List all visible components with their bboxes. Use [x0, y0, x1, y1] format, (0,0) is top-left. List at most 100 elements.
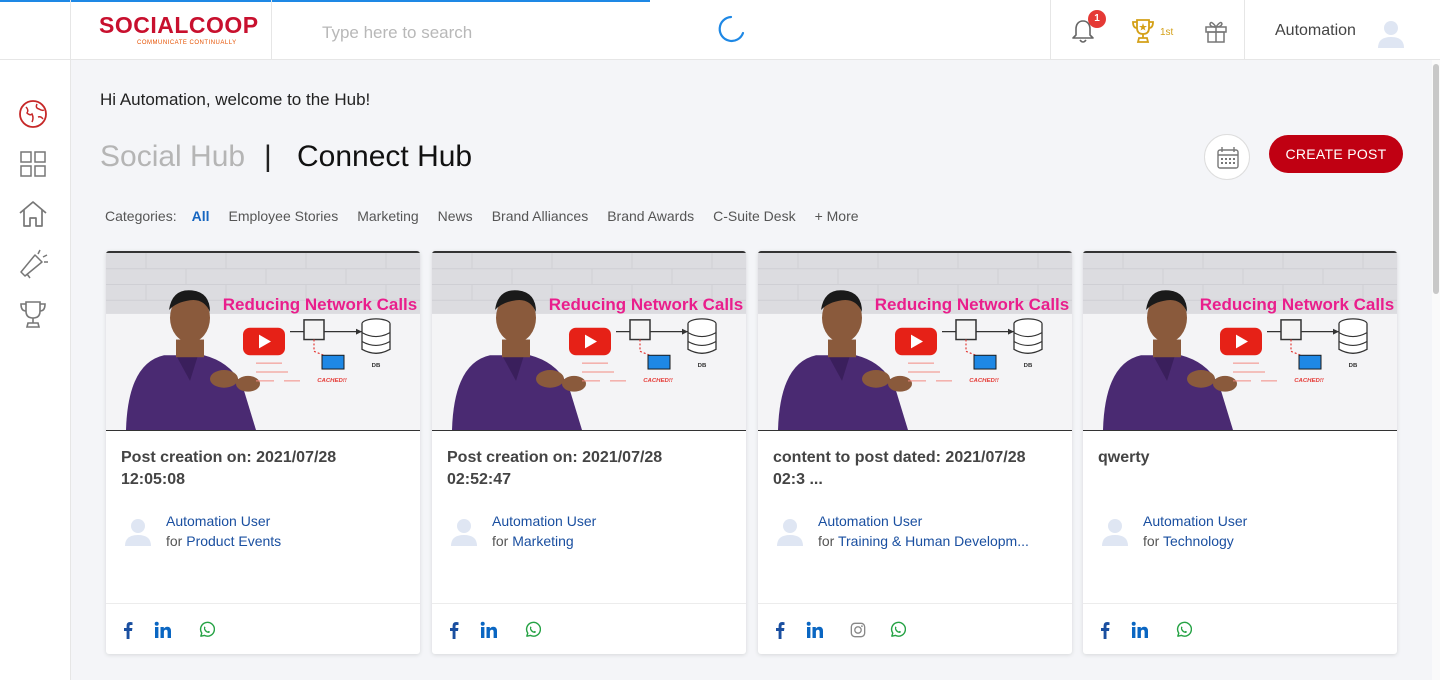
gift-icon[interactable]: [1202, 17, 1230, 45]
for-label: for: [492, 533, 509, 549]
facebook-icon[interactable]: [123, 621, 133, 639]
post-category-line: for Training & Human Developm...: [818, 533, 1029, 549]
category-all[interactable]: All: [192, 208, 210, 224]
post-title-line: Post creation on: 2021/07/28: [447, 449, 663, 466]
post-card[interactable]: Reducing Network Calls DB CACHED!! Post cre…: [432, 251, 746, 654]
facebook-icon[interactable]: [1100, 621, 1110, 639]
video-thumbnail[interactable]: Reducing Network Calls DB CACHED!!: [106, 251, 420, 431]
category-news[interactable]: News: [438, 208, 473, 224]
post-card[interactable]: Reducing Network Calls DB CACHED!! content …: [758, 251, 1072, 654]
thumbnail-cached-label: CACHED!!: [1294, 378, 1324, 384]
post-card[interactable]: Reducing Network Calls DB CACHED!! qwerty Au…: [1083, 251, 1397, 654]
logo[interactable]: SOCIALCOOP COMMUNICATE CONTINUALLY: [70, 0, 272, 60]
create-post-button[interactable]: CREATE POST: [1269, 135, 1403, 173]
tab-separator: |: [264, 140, 272, 173]
whatsapp-icon[interactable]: [198, 621, 215, 639]
tab-social-hub[interactable]: Social Hub: [100, 140, 245, 174]
for-label: for: [166, 533, 183, 549]
post-title-line: 12:05:08: [121, 471, 186, 488]
post-category-link[interactable]: Technology: [1163, 533, 1234, 549]
thumbnail-db-label: DB: [372, 363, 381, 369]
post-card[interactable]: Reducing Network Calls DB CACHED!! Post cre…: [106, 251, 420, 654]
share-bar: [758, 603, 1072, 654]
post-title[interactable]: Post creation on: 2021/07/28 02:52:47: [447, 447, 737, 491]
for-label: for: [818, 533, 835, 549]
author-avatar-icon: [777, 519, 803, 546]
user-avatar-icon[interactable]: [1374, 16, 1408, 50]
post-category-link[interactable]: Marketing: [512, 533, 573, 549]
calendar-icon: [1217, 147, 1239, 169]
post-title[interactable]: content to post dated: 2021/07/28 02:3 ..…: [773, 447, 1063, 491]
header-divider: [1050, 0, 1051, 60]
whatsapp-icon[interactable]: [1175, 621, 1192, 639]
thumbnail-cached-label: CACHED!!: [643, 378, 673, 384]
notification-badge: 1: [1088, 10, 1106, 28]
author-name[interactable]: Automation User: [818, 513, 922, 529]
author-name[interactable]: Automation User: [1143, 513, 1247, 529]
tab-connect-hub[interactable]: Connect Hub: [297, 140, 472, 174]
rank-label: 1st: [1160, 27, 1174, 38]
user-name[interactable]: Automation: [1275, 22, 1356, 40]
post-category-link[interactable]: Training & Human Developm...: [838, 533, 1029, 549]
whatsapp-icon[interactable]: [889, 621, 906, 639]
post-category-line: for Marketing: [492, 533, 574, 549]
trophy-icon[interactable]: [17, 298, 49, 330]
thumbnail-db-label: DB: [1024, 363, 1033, 369]
video-thumbnail[interactable]: Reducing Network Calls DB CACHED!!: [432, 251, 746, 431]
linkedin-icon[interactable]: [480, 621, 498, 639]
category-brand-alliances[interactable]: Brand Alliances: [492, 208, 589, 224]
post-category-link[interactable]: Product Events: [186, 533, 281, 549]
author-name[interactable]: Automation User: [492, 513, 596, 529]
thumbnail-db-label: DB: [1349, 363, 1358, 369]
linkedin-icon[interactable]: [806, 621, 824, 639]
post-title-line: 02:52:47: [447, 471, 512, 488]
share-bar: [432, 603, 746, 654]
post-title[interactable]: Post creation on: 2021/07/28 12:05:08: [121, 447, 411, 491]
category-brand-awards[interactable]: Brand Awards: [607, 208, 694, 224]
category-c-suite-desk[interactable]: C-Suite Desk: [713, 208, 795, 224]
post-title[interactable]: qwerty: [1098, 447, 1388, 469]
calendar-button[interactable]: [1204, 134, 1250, 180]
thumbnail-headline: Reducing Network Calls: [223, 295, 417, 314]
linkedin-icon[interactable]: [154, 621, 172, 639]
sidebar: [0, 60, 71, 680]
post-title-line: content to post dated: 2021/07/28: [773, 449, 1026, 466]
author-avatar-icon: [1102, 519, 1128, 546]
instagram-icon[interactable]: [850, 621, 866, 639]
facebook-icon[interactable]: [449, 621, 459, 639]
author-avatar-icon: [125, 519, 151, 546]
post-title-line: Post creation on: 2021/07/28: [121, 449, 337, 466]
leaderboard-trophy-icon[interactable]: [1130, 17, 1156, 45]
post-title-line: 02:3 ...: [773, 471, 823, 488]
category-more[interactable]: + More: [815, 208, 859, 224]
post-title-line: qwerty: [1098, 449, 1150, 466]
logo-tagline: COMMUNICATE CONTINUALLY: [137, 40, 237, 46]
thumbnail-headline: Reducing Network Calls: [549, 295, 743, 314]
grid-icon[interactable]: [17, 148, 49, 180]
search-input[interactable]: [322, 20, 672, 46]
thumbnail-headline: Reducing Network Calls: [875, 295, 1069, 314]
globe-icon[interactable]: [17, 98, 49, 130]
video-thumbnail[interactable]: Reducing Network Calls DB CACHED!!: [758, 251, 1072, 431]
thumbnail-cached-label: CACHED!!: [969, 378, 999, 384]
author-name[interactable]: Automation User: [166, 513, 270, 529]
linkedin-icon[interactable]: [1131, 621, 1149, 639]
scrollbar-thumb[interactable]: [1433, 64, 1439, 294]
category-employee-stories[interactable]: Employee Stories: [228, 208, 338, 224]
welcome-message: Hi Automation, welcome to the Hub!: [100, 90, 371, 109]
whatsapp-icon[interactable]: [524, 621, 541, 639]
share-bar: [1083, 603, 1397, 654]
category-filter-bar: Categories: All Employee Stories Marketi…: [105, 206, 878, 226]
thumbnail-db-label: DB: [698, 363, 707, 369]
header-divider: [1244, 0, 1245, 60]
home-icon[interactable]: [17, 198, 49, 230]
category-marketing[interactable]: Marketing: [357, 208, 418, 224]
author-avatar-icon: [451, 519, 477, 546]
loading-spinner-icon: [718, 15, 745, 43]
share-bar: [106, 603, 420, 654]
post-category-line: for Product Events: [166, 533, 281, 549]
megaphone-icon[interactable]: [17, 248, 49, 280]
thumbnail-cached-label: CACHED!!: [317, 378, 347, 384]
facebook-icon[interactable]: [775, 621, 785, 639]
video-thumbnail[interactable]: Reducing Network Calls DB CACHED!!: [1083, 251, 1397, 431]
